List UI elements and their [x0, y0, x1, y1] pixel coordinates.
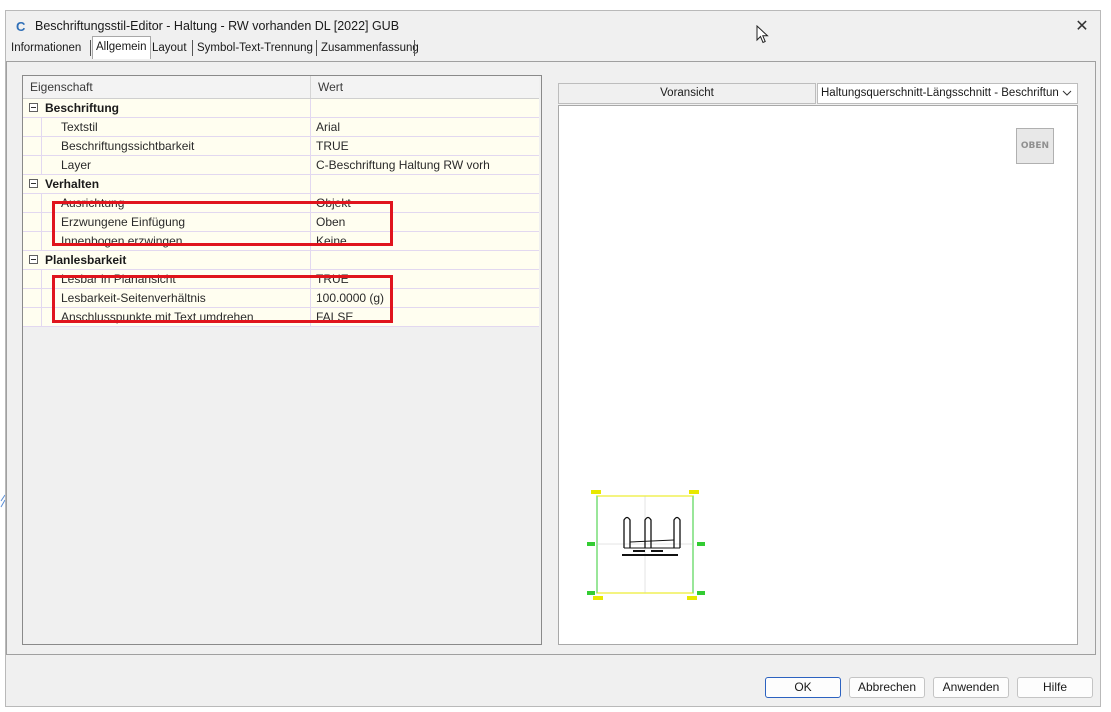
tab-layout[interactable]: Layout: [149, 38, 190, 58]
indent-line: [41, 308, 42, 326]
indent-line: [41, 118, 42, 136]
window-title: Beschriftungsstil-Editor - Haltung - RW …: [35, 19, 400, 33]
highlight-box-planlesbarkeit: [52, 275, 393, 323]
indent-line: [41, 270, 42, 288]
property-label: Layer: [61, 158, 92, 172]
chevron-down-icon: [1062, 84, 1072, 103]
column-separator: [310, 137, 311, 155]
preview-select-value: Haltungsquerschnitt-Längsschnitt - Besch…: [821, 87, 1059, 99]
preview-style-select[interactable]: Haltungsquerschnitt-Längsschnitt - Besch…: [817, 83, 1078, 104]
collapse-icon[interactable]: [29, 255, 38, 264]
tab-symbol-text-trennung[interactable]: Symbol-Text-Trennung: [194, 38, 316, 58]
preview-panel: Voransicht Haltungsquerschnitt-Längsschn…: [558, 83, 1078, 645]
highlight-box-verhalten: [52, 201, 393, 246]
category-label: Planlesbarkeit: [45, 253, 127, 267]
collapse-icon[interactable]: [29, 103, 38, 112]
property-label: Textstil: [61, 120, 98, 134]
property-value[interactable]: Arial: [316, 120, 340, 134]
property-label: Beschriftungssichtbarkeit: [61, 139, 195, 153]
property-row[interactable]: Beschriftungssichtbarkeit TRUE: [23, 137, 539, 156]
preview-label: Voransicht: [558, 83, 816, 104]
tab-zusammenfassung[interactable]: Zusammenfassung: [318, 38, 422, 58]
tab-informationen[interactable]: Informationen: [8, 38, 84, 58]
column-separator: [310, 118, 311, 136]
ok-button[interactable]: OK: [765, 677, 841, 698]
header-property[interactable]: Eigenschaft: [30, 80, 93, 94]
indent-line: [41, 213, 42, 231]
category-row-planlesbarkeit[interactable]: Planlesbarkeit: [23, 251, 539, 270]
category-row-verhalten[interactable]: Verhalten: [23, 175, 539, 194]
mouse-pointer-icon: [756, 24, 770, 45]
cancel-button[interactable]: Abbrechen: [849, 677, 925, 698]
property-value[interactable]: TRUE: [316, 139, 349, 153]
apply-button[interactable]: Anwenden: [933, 677, 1009, 698]
column-separator: [310, 156, 311, 174]
category-label: Beschriftung: [45, 101, 120, 115]
app-icon: C: [16, 19, 26, 34]
property-row[interactable]: Textstil Arial: [23, 118, 539, 137]
label-preview-drawing: [581, 490, 711, 605]
property-grid: Eigenschaft Wert Beschriftung Textstil A…: [22, 75, 542, 645]
header-value[interactable]: Wert: [318, 80, 343, 94]
help-button[interactable]: Hilfe: [1017, 677, 1093, 698]
indent-line: [41, 232, 42, 250]
tab-separator: [414, 40, 415, 56]
category-label: Verhalten: [45, 177, 100, 191]
collapse-icon[interactable]: [29, 179, 38, 188]
property-row[interactable]: Layer C-Beschriftung Haltung RW vorh: [23, 156, 539, 175]
tab-separator: [192, 40, 193, 56]
tab-allgemein[interactable]: Allgemein: [92, 36, 151, 59]
close-icon[interactable]: ✕: [1068, 14, 1096, 40]
property-value[interactable]: C-Beschriftung Haltung RW vorh: [316, 158, 490, 172]
view-cube-top-button[interactable]: OBEN: [1016, 128, 1054, 164]
indent-line: [41, 156, 42, 174]
indent-line: [41, 289, 42, 307]
preview-canvas[interactable]: OBEN: [558, 105, 1078, 645]
tab-separator: [90, 40, 91, 56]
category-row-beschriftung[interactable]: Beschriftung: [23, 99, 539, 118]
indent-line: [41, 194, 42, 212]
grid-header: Eigenschaft Wert: [23, 76, 539, 99]
header-separator: [310, 76, 311, 98]
column-separator: [310, 99, 311, 117]
column-separator: [310, 251, 311, 269]
indent-line: [41, 137, 42, 155]
column-separator: [310, 175, 311, 193]
tab-separator: [316, 40, 317, 56]
